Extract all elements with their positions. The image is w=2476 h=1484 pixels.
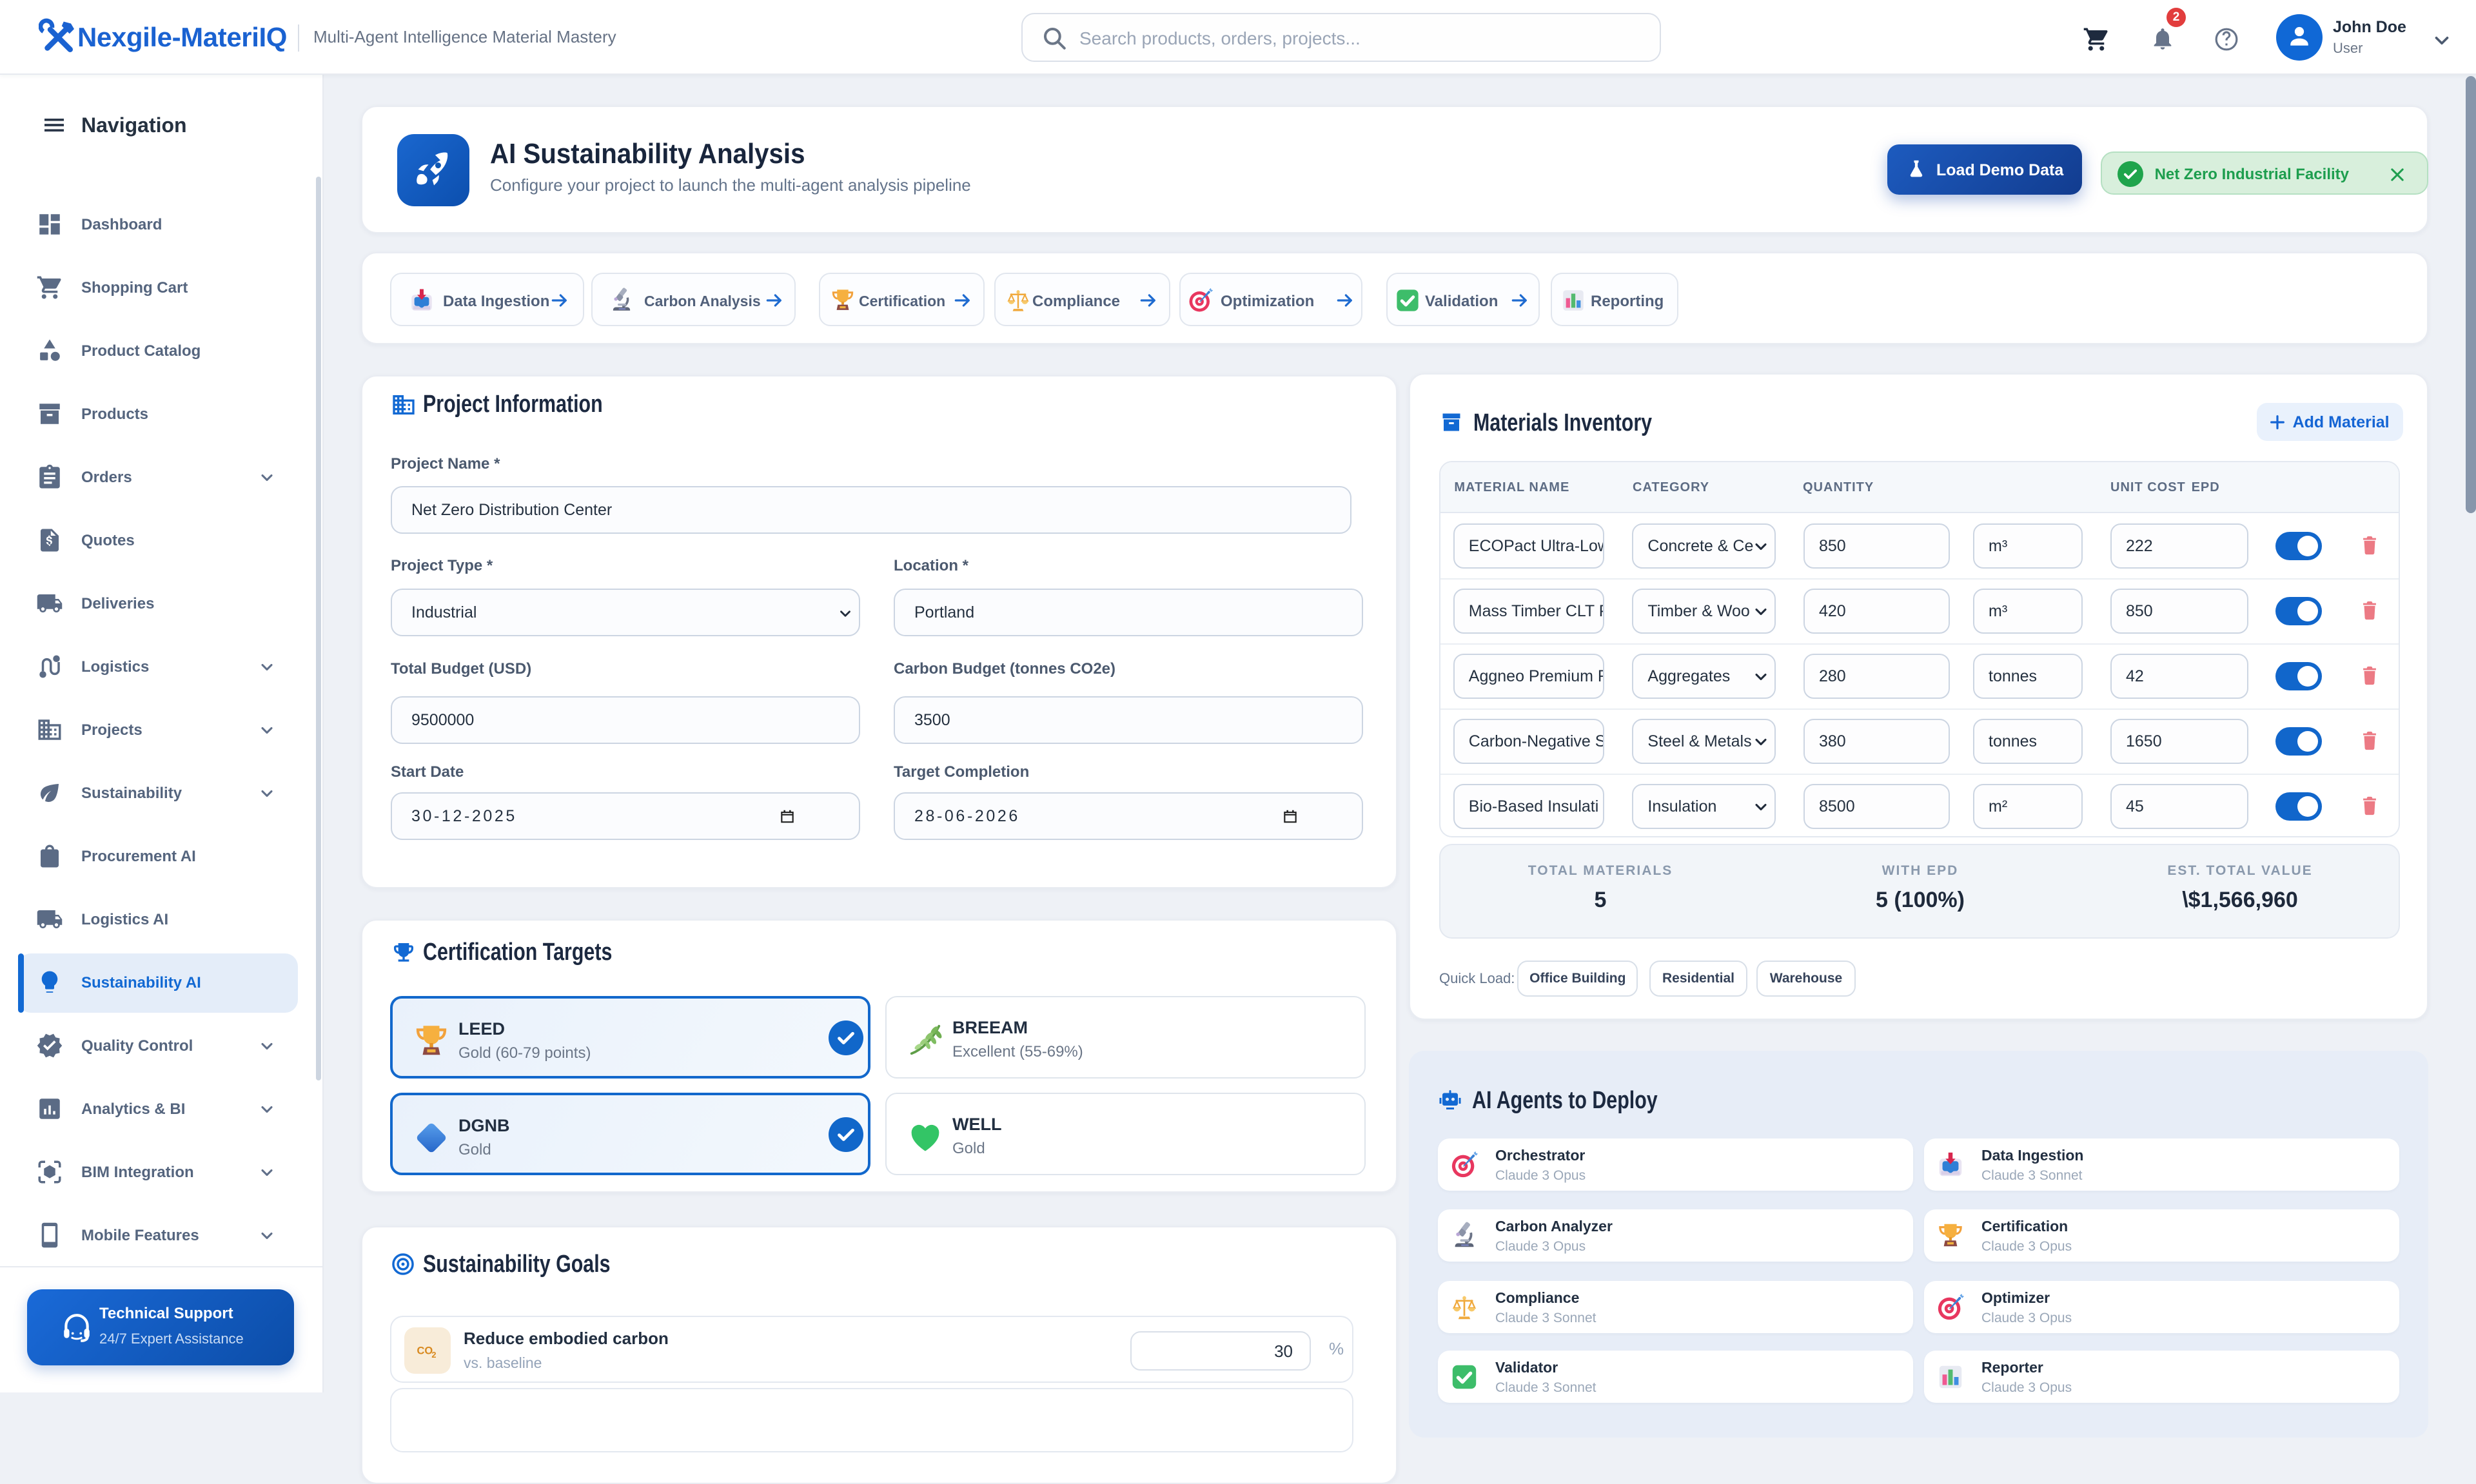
svg-text:CO: CO <box>417 1345 433 1357</box>
svg-text:2: 2 <box>431 1350 436 1360</box>
